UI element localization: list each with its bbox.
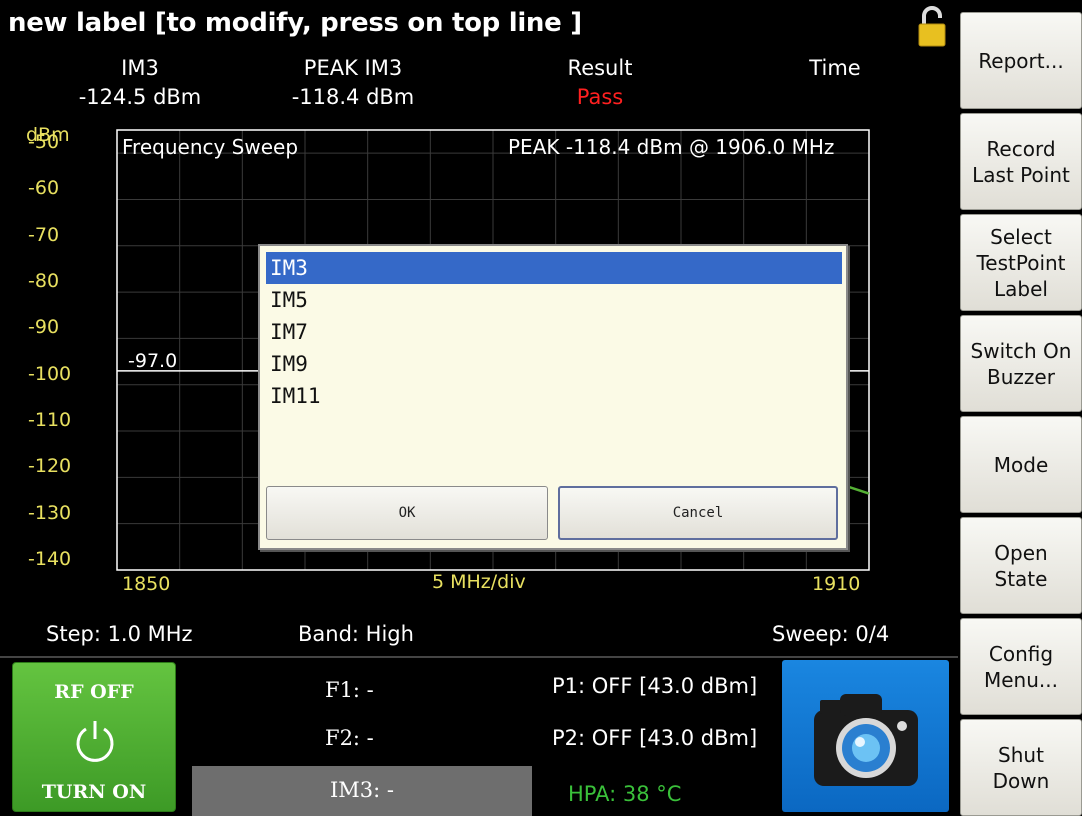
title-bar[interactable]: new label [to modify, press on top line … xyxy=(0,0,958,52)
switch-on-buzzer-button[interactable]: Switch On Buzzer xyxy=(960,315,1082,412)
sidebar: Report... Record Last Point Select TestP… xyxy=(958,0,1082,816)
list-item-im5[interactable]: IM5 xyxy=(266,284,842,316)
im3-readout: IM3 -124.5 dBm xyxy=(70,54,210,112)
x-scale-label: 5 MHz/div xyxy=(432,571,526,593)
y-tick-label: -110 xyxy=(28,409,72,432)
result-readout-value: Pass xyxy=(576,85,624,109)
band-status: Band: High xyxy=(298,622,414,646)
f1-value: F1: - xyxy=(325,678,374,702)
time-readout: Time xyxy=(790,54,880,83)
result-readout: Result Pass xyxy=(550,54,650,112)
hpa-temperature: HPA: 38 °C xyxy=(568,782,682,806)
list-item-im11[interactable]: IM11 xyxy=(266,380,842,412)
result-readout-label: Result xyxy=(567,56,633,80)
peak-annotation: PEAK -118.4 dBm @ 1906.0 MHz xyxy=(508,135,835,159)
label-select-dialog: IM3 IM5 IM7 IM9 IM11 OK Cancel xyxy=(258,244,848,550)
screenshot-button[interactable] xyxy=(782,660,949,812)
im3-value-box: IM3: - xyxy=(192,766,532,816)
chart-title: Frequency Sweep xyxy=(122,135,299,159)
y-tick-label: -140 xyxy=(28,548,72,570)
shut-down-button[interactable]: Shut Down xyxy=(960,719,1082,816)
y-tick-label: -60 xyxy=(28,177,60,200)
time-readout-label: Time xyxy=(809,56,861,80)
x-tick-1910: 1910 xyxy=(812,573,861,595)
open-state-button[interactable]: Open State xyxy=(960,517,1082,614)
y-tick-label: -80 xyxy=(28,270,60,293)
report-button[interactable]: Report... xyxy=(960,12,1082,109)
list-item-im7[interactable]: IM7 xyxy=(266,316,842,348)
select-testpoint-label-button[interactable]: Select TestPoint Label xyxy=(960,214,1082,311)
im3-readout-label: IM3 xyxy=(121,56,159,80)
ok-button[interactable]: OK xyxy=(266,486,548,540)
p2-status: P2: OFF [43.0 dBm] xyxy=(552,726,758,750)
step-status: Step: 1.0 MHz xyxy=(46,622,193,646)
limit-line-label: -97.0 xyxy=(128,350,178,372)
list-item-im3[interactable]: IM3 xyxy=(266,252,842,284)
camera-icon xyxy=(814,694,918,786)
peak-im3-readout-label: PEAK IM3 xyxy=(303,56,403,80)
mode-button[interactable]: Mode xyxy=(960,416,1082,513)
x-tick-1850: 1850 xyxy=(122,573,171,595)
rf-state-label: RF OFF xyxy=(54,681,134,703)
rf-action-label: TURN ON xyxy=(41,781,147,803)
im3-value: IM3: - xyxy=(329,778,394,802)
p1-status: P1: OFF [43.0 dBm] xyxy=(552,674,758,698)
config-menu-button[interactable]: Config Menu... xyxy=(960,618,1082,715)
im3-readout-value: -124.5 dBm xyxy=(78,85,202,109)
y-tick-label: -130 xyxy=(28,501,72,524)
peak-im3-readout-value: -118.4 dBm xyxy=(291,85,415,109)
y-tick-label: -70 xyxy=(28,223,60,246)
power-icon xyxy=(76,721,114,762)
peak-im3-readout: PEAK IM3 -118.4 dBm xyxy=(278,54,428,112)
rf-turn-on-button[interactable]: RF OFF TURN ON xyxy=(12,662,176,812)
sweep-status: Sweep: 0/4 xyxy=(772,622,890,646)
label-list[interactable]: IM3 IM5 IM7 IM9 IM11 xyxy=(266,252,842,480)
y-tick-label: -120 xyxy=(28,455,72,478)
y-tick-label: -50 xyxy=(28,131,60,154)
label-title[interactable]: new label [to modify, press on top line … xyxy=(8,8,582,38)
record-last-point-button[interactable]: Record Last Point xyxy=(960,113,1082,210)
y-tick-label: -90 xyxy=(28,316,60,339)
y-tick-label: -100 xyxy=(28,362,72,385)
cancel-button[interactable]: Cancel xyxy=(558,486,838,540)
lock-icon xyxy=(918,6,946,47)
list-item-im9[interactable]: IM9 xyxy=(266,348,842,380)
f2-value: F2: - xyxy=(325,726,374,750)
